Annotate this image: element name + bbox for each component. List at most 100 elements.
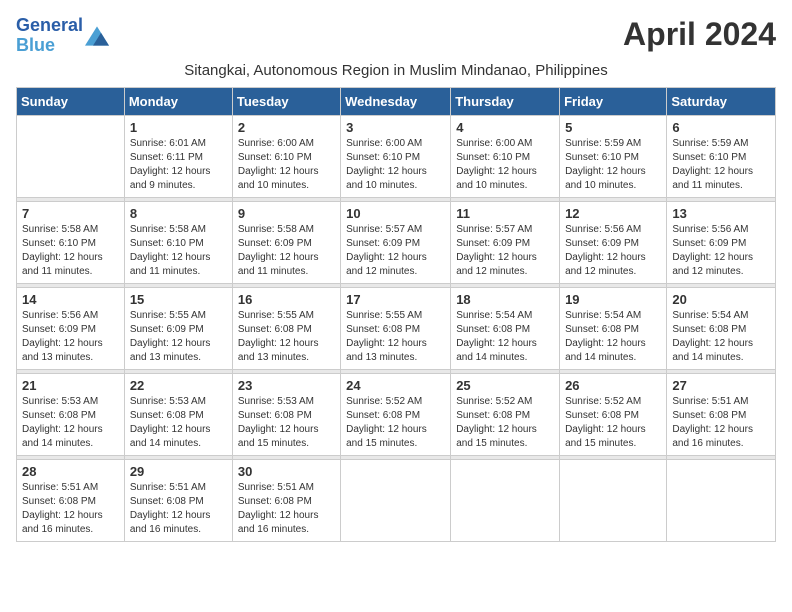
- calendar-cell: 15 Sunrise: 5:55 AM Sunset: 6:09 PM Dayli…: [124, 287, 232, 369]
- day-number: 17: [346, 292, 445, 307]
- day-info: Sunrise: 6:00 AM Sunset: 6:10 PM Dayligh…: [456, 137, 554, 193]
- day-number: 8: [130, 206, 227, 221]
- day-number: 19: [565, 292, 661, 307]
- day-number: 28: [22, 464, 119, 479]
- day-info: Sunrise: 5:58 AM Sunset: 6:09 PM Dayligh…: [238, 223, 335, 279]
- calendar-cell: 25 Sunrise: 5:52 AM Sunset: 6:08 PM Dayli…: [451, 373, 560, 455]
- calendar-cell: 23 Sunrise: 5:53 AM Sunset: 6:08 PM Dayli…: [232, 373, 340, 455]
- day-info: Sunrise: 5:54 AM Sunset: 6:08 PM Dayligh…: [456, 309, 554, 365]
- main-title: April 2024: [623, 16, 776, 53]
- day-number: 6: [672, 120, 770, 135]
- logo: GeneralBlue: [16, 16, 109, 56]
- day-number: 4: [456, 120, 554, 135]
- day-info: Sunrise: 5:57 AM Sunset: 6:09 PM Dayligh…: [346, 223, 445, 279]
- day-number: 13: [672, 206, 770, 221]
- calendar-week-row: 1Sunrise: 6:01 AM Sunset: 6:11 PM Daylig…: [17, 115, 776, 197]
- calendar-cell: 16Sunrise: 5:55 AM Sunset: 6:08 PM Dayli…: [232, 287, 340, 369]
- day-info: Sunrise: 6:01 AM Sunset: 6:11 PM Dayligh…: [130, 137, 227, 193]
- day-info: Sunrise: 5:52 AM Sunset: 6:08 PM Dayligh…: [456, 395, 554, 451]
- calendar-cell: [17, 115, 125, 197]
- day-info: Sunrise: 5:51 AM Sunset: 6:08 PM Dayligh…: [672, 395, 770, 451]
- day-number: 26: [565, 378, 661, 393]
- calendar-cell: 6 Sunrise: 5:59 AM Sunset: 6:10 PM Daylig…: [667, 115, 776, 197]
- calendar-cell: 17 Sunrise: 5:55 AM Sunset: 6:08 PM Dayli…: [341, 287, 451, 369]
- day-info: Sunrise: 5:52 AM Sunset: 6:08 PM Dayligh…: [565, 395, 661, 451]
- day-info: Sunrise: 5:55 AM Sunset: 6:08 PM Dayligh…: [238, 309, 335, 365]
- calendar-cell: 8 Sunrise: 5:58 AM Sunset: 6:10 PM Daylig…: [124, 201, 232, 283]
- calendar-cell: 30 Sunrise: 5:51 AM Sunset: 6:08 PM Dayli…: [232, 459, 340, 541]
- title-section: April 2024: [623, 16, 776, 53]
- day-info: Sunrise: 5:53 AM Sunset: 6:08 PM Dayligh…: [22, 395, 119, 451]
- day-info: Sunrise: 5:58 AM Sunset: 6:10 PM Dayligh…: [22, 223, 119, 279]
- calendar-cell: 9 Sunrise: 5:58 AM Sunset: 6:09 PM Daylig…: [232, 201, 340, 283]
- day-number: 7: [22, 206, 119, 221]
- subtitle: Sitangkai, Autonomous Region in Muslim M…: [16, 62, 776, 79]
- day-info: Sunrise: 5:51 AM Sunset: 6:08 PM Dayligh…: [22, 481, 119, 537]
- day-number: 12: [565, 206, 661, 221]
- day-number: 21: [22, 378, 119, 393]
- calendar-cell: 19Sunrise: 5:54 AM Sunset: 6:08 PM Dayli…: [560, 287, 667, 369]
- day-info: Sunrise: 5:59 AM Sunset: 6:10 PM Dayligh…: [672, 137, 770, 193]
- day-info: Sunrise: 5:53 AM Sunset: 6:08 PM Dayligh…: [238, 395, 335, 451]
- day-number: 27: [672, 378, 770, 393]
- day-info: Sunrise: 5:51 AM Sunset: 6:08 PM Dayligh…: [238, 481, 335, 537]
- day-number: 25: [456, 378, 554, 393]
- day-info: Sunrise: 5:51 AM Sunset: 6:08 PM Dayligh…: [130, 481, 227, 537]
- day-info: Sunrise: 5:56 AM Sunset: 6:09 PM Dayligh…: [672, 223, 770, 279]
- day-number: 20: [672, 292, 770, 307]
- calendar-cell: 3 Sunrise: 6:00 AM Sunset: 6:10 PM Daylig…: [341, 115, 451, 197]
- day-number: 30: [238, 464, 335, 479]
- day-info: Sunrise: 6:00 AM Sunset: 6:10 PM Dayligh…: [346, 137, 445, 193]
- header-saturday: Saturday: [667, 87, 776, 115]
- day-number: 18: [456, 292, 554, 307]
- day-number: 2: [238, 120, 335, 135]
- calendar-table: Sunday Monday Tuesday Wednesday Thursday…: [16, 87, 776, 542]
- calendar-week-row: 21 Sunrise: 5:53 AM Sunset: 6:08 PM Dayli…: [17, 373, 776, 455]
- day-info: Sunrise: 5:55 AM Sunset: 6:09 PM Dayligh…: [130, 309, 227, 365]
- header-monday: Monday: [124, 87, 232, 115]
- day-info: Sunrise: 5:57 AM Sunset: 6:09 PM Dayligh…: [456, 223, 554, 279]
- calendar-cell: 29 Sunrise: 5:51 AM Sunset: 6:08 PM Dayli…: [124, 459, 232, 541]
- day-info: Sunrise: 5:55 AM Sunset: 6:08 PM Dayligh…: [346, 309, 445, 365]
- day-info: Sunrise: 5:56 AM Sunset: 6:09 PM Dayligh…: [565, 223, 661, 279]
- calendar-header-row: Sunday Monday Tuesday Wednesday Thursday…: [17, 87, 776, 115]
- calendar-cell: 5Sunrise: 5:59 AM Sunset: 6:10 PM Daylig…: [560, 115, 667, 197]
- day-info: Sunrise: 5:54 AM Sunset: 6:08 PM Dayligh…: [672, 309, 770, 365]
- calendar-cell: 12 Sunrise: 5:56 AM Sunset: 6:09 PM Dayli…: [560, 201, 667, 283]
- calendar-cell: 20 Sunrise: 5:54 AM Sunset: 6:08 PM Dayli…: [667, 287, 776, 369]
- header-thursday: Thursday: [451, 87, 560, 115]
- day-number: 23: [238, 378, 335, 393]
- calendar-week-row: 7 Sunrise: 5:58 AM Sunset: 6:10 PM Daylig…: [17, 201, 776, 283]
- calendar-cell: [451, 459, 560, 541]
- calendar-cell: 26 Sunrise: 5:52 AM Sunset: 6:08 PM Dayli…: [560, 373, 667, 455]
- day-info: Sunrise: 5:59 AM Sunset: 6:10 PM Dayligh…: [565, 137, 661, 193]
- calendar-cell: 1Sunrise: 6:01 AM Sunset: 6:11 PM Daylig…: [124, 115, 232, 197]
- calendar-cell: 28 Sunrise: 5:51 AM Sunset: 6:08 PM Dayli…: [17, 459, 125, 541]
- logo-text: GeneralBlue: [16, 16, 83, 56]
- day-number: 10: [346, 206, 445, 221]
- day-info: Sunrise: 5:56 AM Sunset: 6:09 PM Dayligh…: [22, 309, 119, 365]
- calendar-week-row: 28 Sunrise: 5:51 AM Sunset: 6:08 PM Dayli…: [17, 459, 776, 541]
- calendar-cell: 21 Sunrise: 5:53 AM Sunset: 6:08 PM Dayli…: [17, 373, 125, 455]
- calendar-cell: [560, 459, 667, 541]
- day-info: Sunrise: 5:58 AM Sunset: 6:10 PM Dayligh…: [130, 223, 227, 279]
- calendar-cell: [341, 459, 451, 541]
- day-number: 15: [130, 292, 227, 307]
- calendar-cell: 7 Sunrise: 5:58 AM Sunset: 6:10 PM Daylig…: [17, 201, 125, 283]
- header-friday: Friday: [560, 87, 667, 115]
- calendar-cell: 22 Sunrise: 5:53 AM Sunset: 6:08 PM Dayli…: [124, 373, 232, 455]
- day-number: 14: [22, 292, 119, 307]
- day-number: 24: [346, 378, 445, 393]
- calendar-week-row: 14 Sunrise: 5:56 AM Sunset: 6:09 PM Dayli…: [17, 287, 776, 369]
- day-info: Sunrise: 5:52 AM Sunset: 6:08 PM Dayligh…: [346, 395, 445, 451]
- header-wednesday: Wednesday: [341, 87, 451, 115]
- day-number: 9: [238, 206, 335, 221]
- day-info: Sunrise: 6:00 AM Sunset: 6:10 PM Dayligh…: [238, 137, 335, 193]
- calendar-cell: 13 Sunrise: 5:56 AM Sunset: 6:09 PM Dayli…: [667, 201, 776, 283]
- day-number: 22: [130, 378, 227, 393]
- day-number: 29: [130, 464, 227, 479]
- day-number: 3: [346, 120, 445, 135]
- day-info: Sunrise: 5:53 AM Sunset: 6:08 PM Dayligh…: [130, 395, 227, 451]
- calendar-cell: 14 Sunrise: 5:56 AM Sunset: 6:09 PM Dayli…: [17, 287, 125, 369]
- calendar-cell: 24 Sunrise: 5:52 AM Sunset: 6:08 PM Dayli…: [341, 373, 451, 455]
